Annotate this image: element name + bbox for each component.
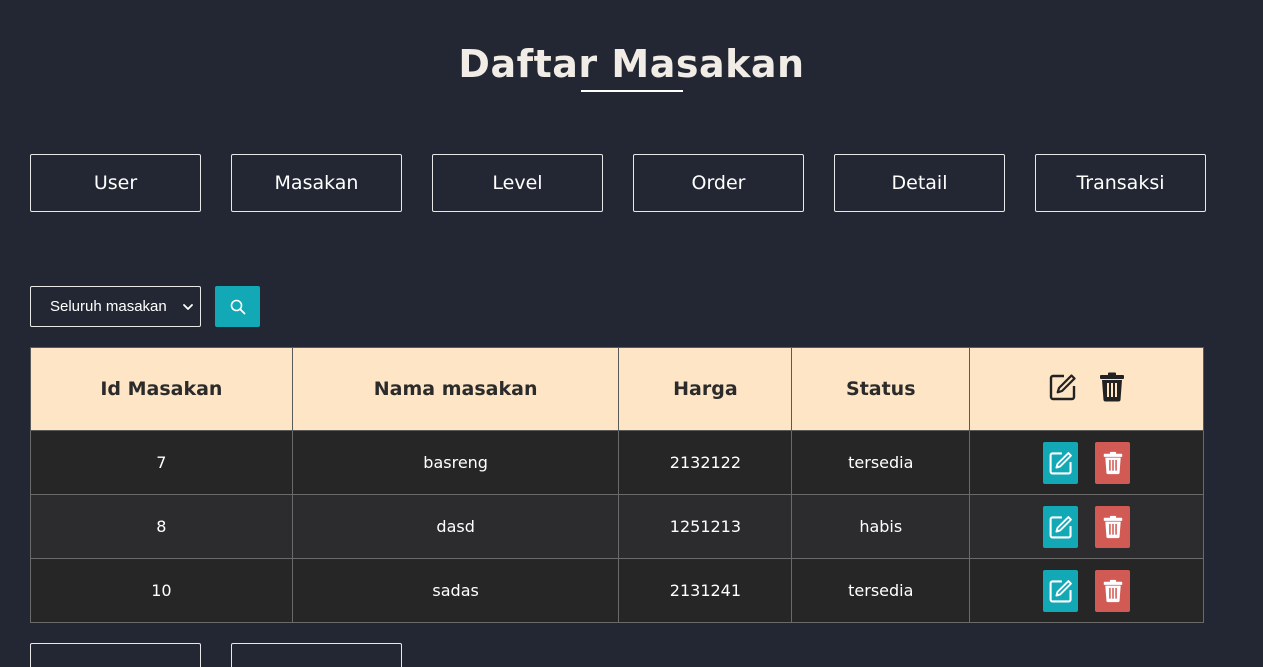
- cell-actions: [969, 494, 1204, 559]
- cell-nama: dasd: [291, 494, 620, 559]
- cell-id: 10: [30, 558, 293, 623]
- trash-icon: [1099, 372, 1125, 402]
- nav-button-label: Order: [691, 172, 746, 194]
- filter-select-value: Seluruh masakan: [50, 298, 167, 315]
- edit-button[interactable]: [1043, 569, 1079, 612]
- search-button[interactable]: [215, 286, 260, 327]
- cell-harga: 2132122: [618, 430, 793, 495]
- nav-button-user[interactable]: User: [30, 154, 201, 212]
- edit-button[interactable]: [1043, 441, 1079, 484]
- nav-button-label: Level: [492, 172, 543, 194]
- edit-icon: [1049, 451, 1072, 474]
- nav-button-detail[interactable]: Detail: [834, 154, 1005, 212]
- edit-icon: [1049, 579, 1072, 602]
- filter-select[interactable]: Seluruh masakan: [30, 286, 201, 327]
- table-row: 7 basreng 2132122 tersedia: [30, 430, 1204, 495]
- cell-status: tersedia: [791, 558, 971, 623]
- table-row: 10 sadas 2131241 tersedia: [30, 558, 1204, 623]
- header-nama: Nama masakan: [291, 347, 620, 431]
- bottom-button-1[interactable]: [30, 643, 201, 667]
- trash-icon: [1103, 579, 1122, 602]
- nav-button-order[interactable]: Order: [633, 154, 804, 212]
- header-id: Id Masakan: [30, 347, 293, 431]
- table-header-row: Id Masakan Nama masakan Harga Status: [30, 347, 1204, 431]
- title-underline: [581, 90, 683, 92]
- nav-button-level[interactable]: Level: [432, 154, 603, 212]
- nav-button-label: Transaksi: [1076, 172, 1165, 194]
- cell-nama: basreng: [291, 430, 620, 495]
- edit-icon: [1048, 372, 1078, 402]
- nav-button-label: Detail: [891, 172, 948, 194]
- header-harga: Harga: [618, 347, 793, 431]
- cell-harga: 1251213: [618, 494, 793, 559]
- search-icon: [230, 299, 245, 314]
- nav-button-masakan[interactable]: Masakan: [231, 154, 402, 212]
- cell-status: tersedia: [791, 430, 971, 495]
- cell-nama: sadas: [291, 558, 620, 623]
- masakan-table: Id Masakan Nama masakan Harga Status 7 b…: [30, 347, 1204, 623]
- cell-harga: 2131241: [618, 558, 793, 623]
- delete-button[interactable]: [1095, 441, 1131, 484]
- bottom-button-2[interactable]: [231, 643, 402, 667]
- trash-icon: [1103, 515, 1122, 538]
- header-status: Status: [791, 347, 971, 431]
- trash-icon: [1103, 451, 1122, 474]
- cell-id: 7: [30, 430, 293, 495]
- nav-button-label: Masakan: [274, 172, 359, 194]
- edit-button[interactable]: [1043, 505, 1079, 548]
- chevron-down-icon: [183, 304, 193, 310]
- cell-status: habis: [791, 494, 971, 559]
- cell-id: 8: [30, 494, 293, 559]
- delete-button[interactable]: [1095, 505, 1131, 548]
- header-actions: [969, 347, 1204, 431]
- cell-actions: [969, 558, 1204, 623]
- nav-button-label: User: [93, 172, 138, 194]
- delete-button[interactable]: [1095, 569, 1131, 612]
- table-row: 8 dasd 1251213 habis: [30, 494, 1204, 559]
- edit-icon: [1049, 515, 1072, 538]
- nav-button-transaksi[interactable]: Transaksi: [1035, 154, 1206, 212]
- page-title: Daftar Masakan: [458, 42, 805, 86]
- cell-actions: [969, 430, 1204, 495]
